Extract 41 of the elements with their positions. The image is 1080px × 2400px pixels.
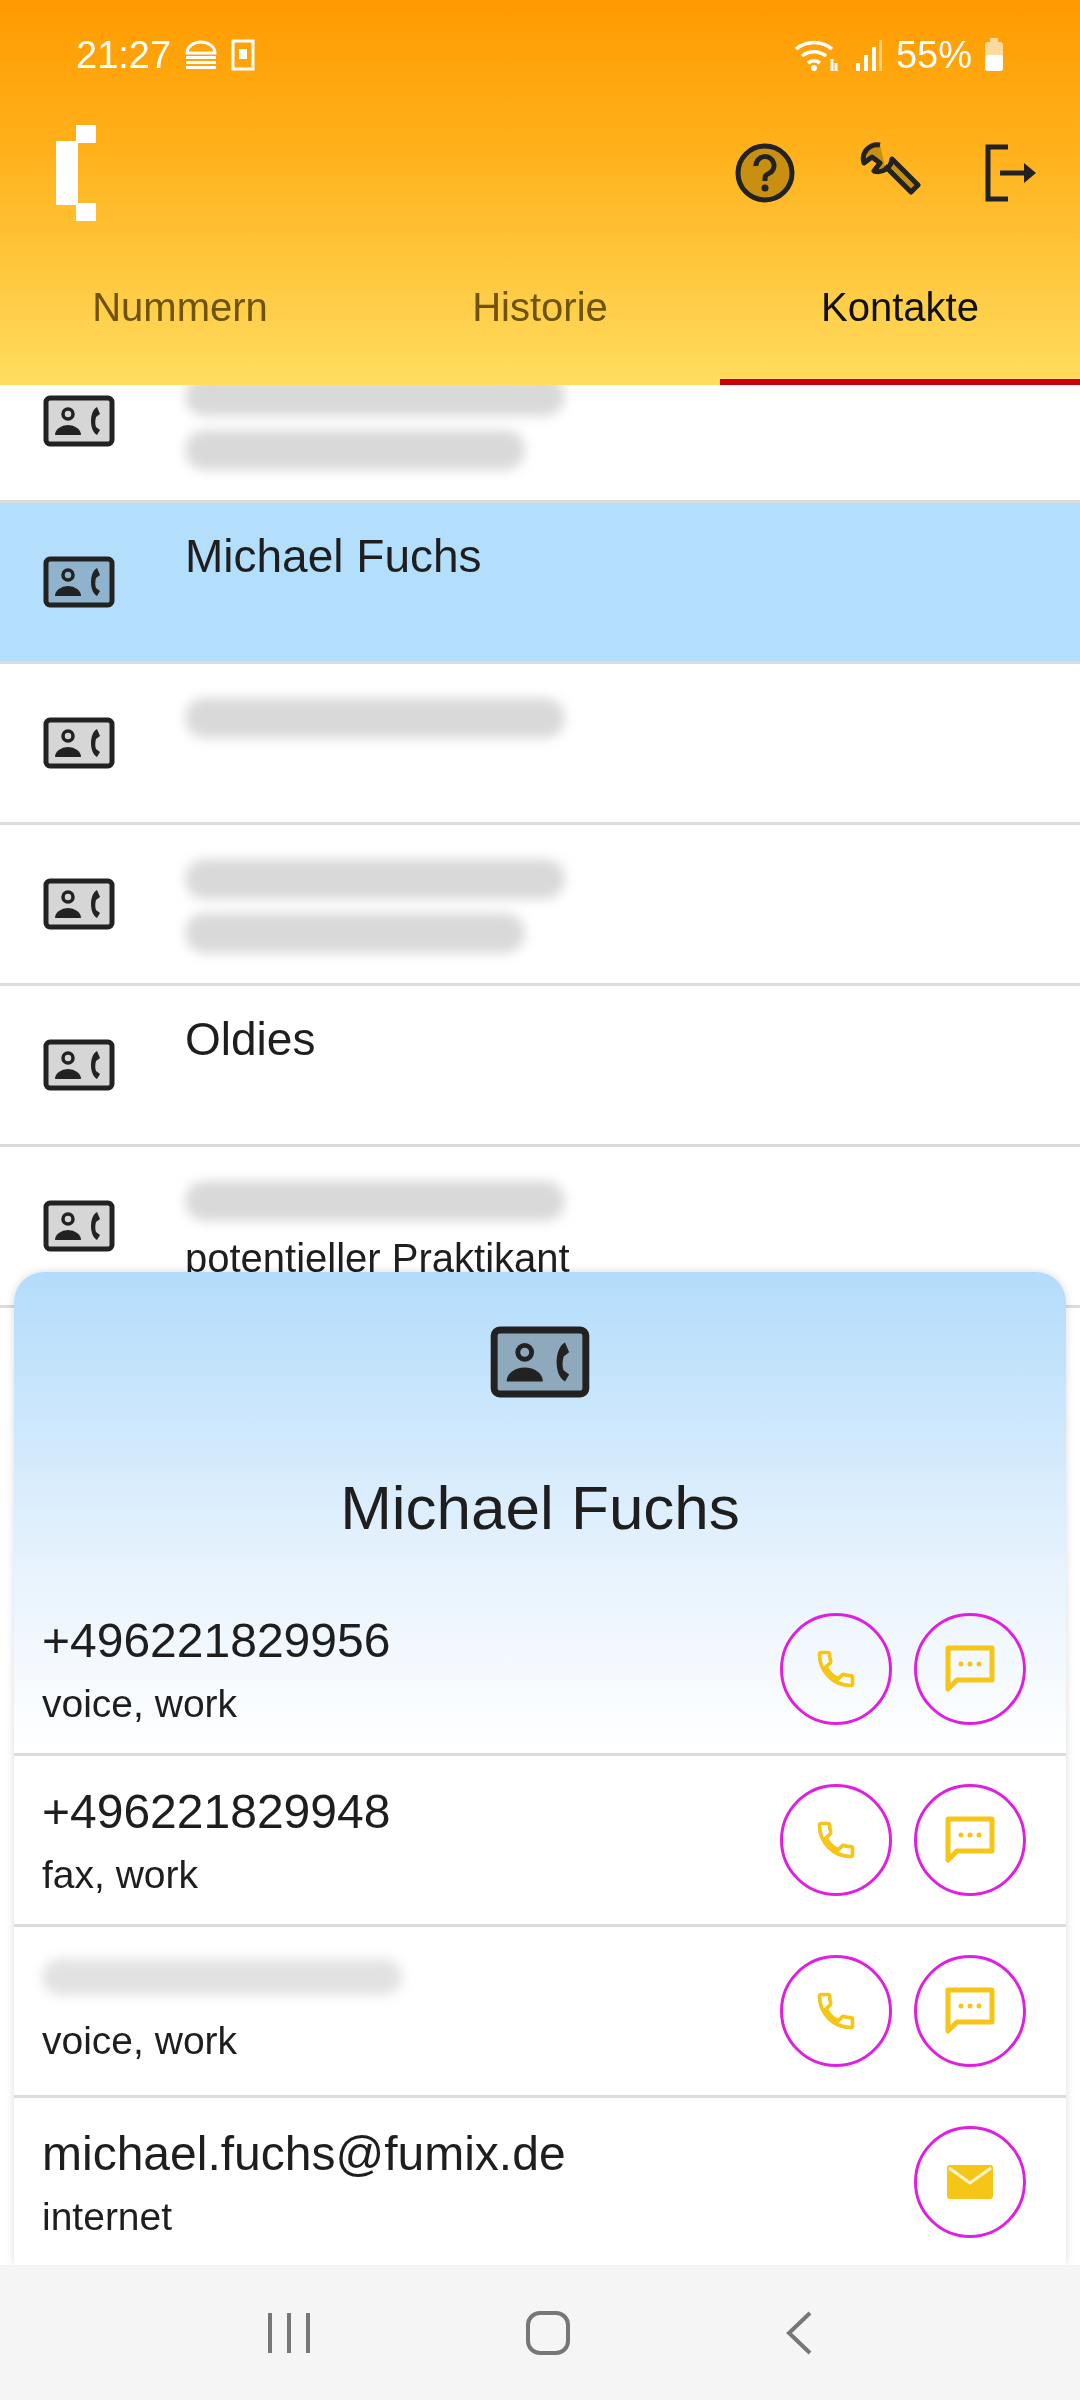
contact-row[interactable]: Michael Fuchs <box>0 503 1080 664</box>
contact-card-icon <box>43 717 115 769</box>
contact-name: Michael Fuchs <box>185 529 482 583</box>
call-button[interactable] <box>780 1955 892 2067</box>
contact-card-icon <box>43 1200 115 1252</box>
contact-card-icon <box>43 395 115 447</box>
status-time: 21:27 <box>76 33 172 77</box>
signal-icon <box>853 37 884 73</box>
contact-card-icon <box>43 556 115 608</box>
contact-type: fax, work <box>42 1852 199 1897</box>
recent-apps-icon[interactable] <box>266 2310 313 2355</box>
help-icon[interactable] <box>734 141 796 204</box>
contact-name: Oldies <box>185 1012 316 1066</box>
contact-card-icon <box>43 1039 115 1091</box>
tab[interactable]: Historie <box>360 235 720 385</box>
contact-card-icon <box>43 878 115 930</box>
battery-icon <box>984 38 1004 72</box>
logo-icon <box>56 124 96 221</box>
message-icon <box>945 1645 995 1693</box>
contact-type: internet <box>42 2194 173 2239</box>
card-icon <box>231 39 256 71</box>
message-button[interactable] <box>914 1613 1026 1725</box>
message-button[interactable] <box>914 1955 1026 2067</box>
tab[interactable]: Nummern <box>0 235 360 385</box>
call-button[interactable] <box>780 1784 892 1896</box>
contact-title: Michael Fuchs <box>340 1472 740 1543</box>
home-icon[interactable] <box>525 2309 571 2356</box>
contact-value: michael.fuchs@fumix.de <box>42 2125 566 2181</box>
contact-value: +496221829948 <box>42 1783 391 1839</box>
call-button[interactable] <box>780 1613 892 1725</box>
contact-note: potentieller Praktikant <box>185 1235 570 1281</box>
contact-card-icon <box>490 1324 590 1400</box>
message-button[interactable] <box>914 1784 1026 1896</box>
contact-value: +496221829956 <box>42 1612 391 1668</box>
battery-percent: 55% <box>895 33 972 77</box>
email-button[interactable] <box>914 2126 1026 2238</box>
envelope-icon <box>945 2163 995 2201</box>
contact-type: voice, work <box>42 1681 238 1726</box>
contact-type: voice, work <box>42 2019 238 2063</box>
message-icon <box>945 1816 995 1864</box>
message-icon <box>945 1987 995 2035</box>
